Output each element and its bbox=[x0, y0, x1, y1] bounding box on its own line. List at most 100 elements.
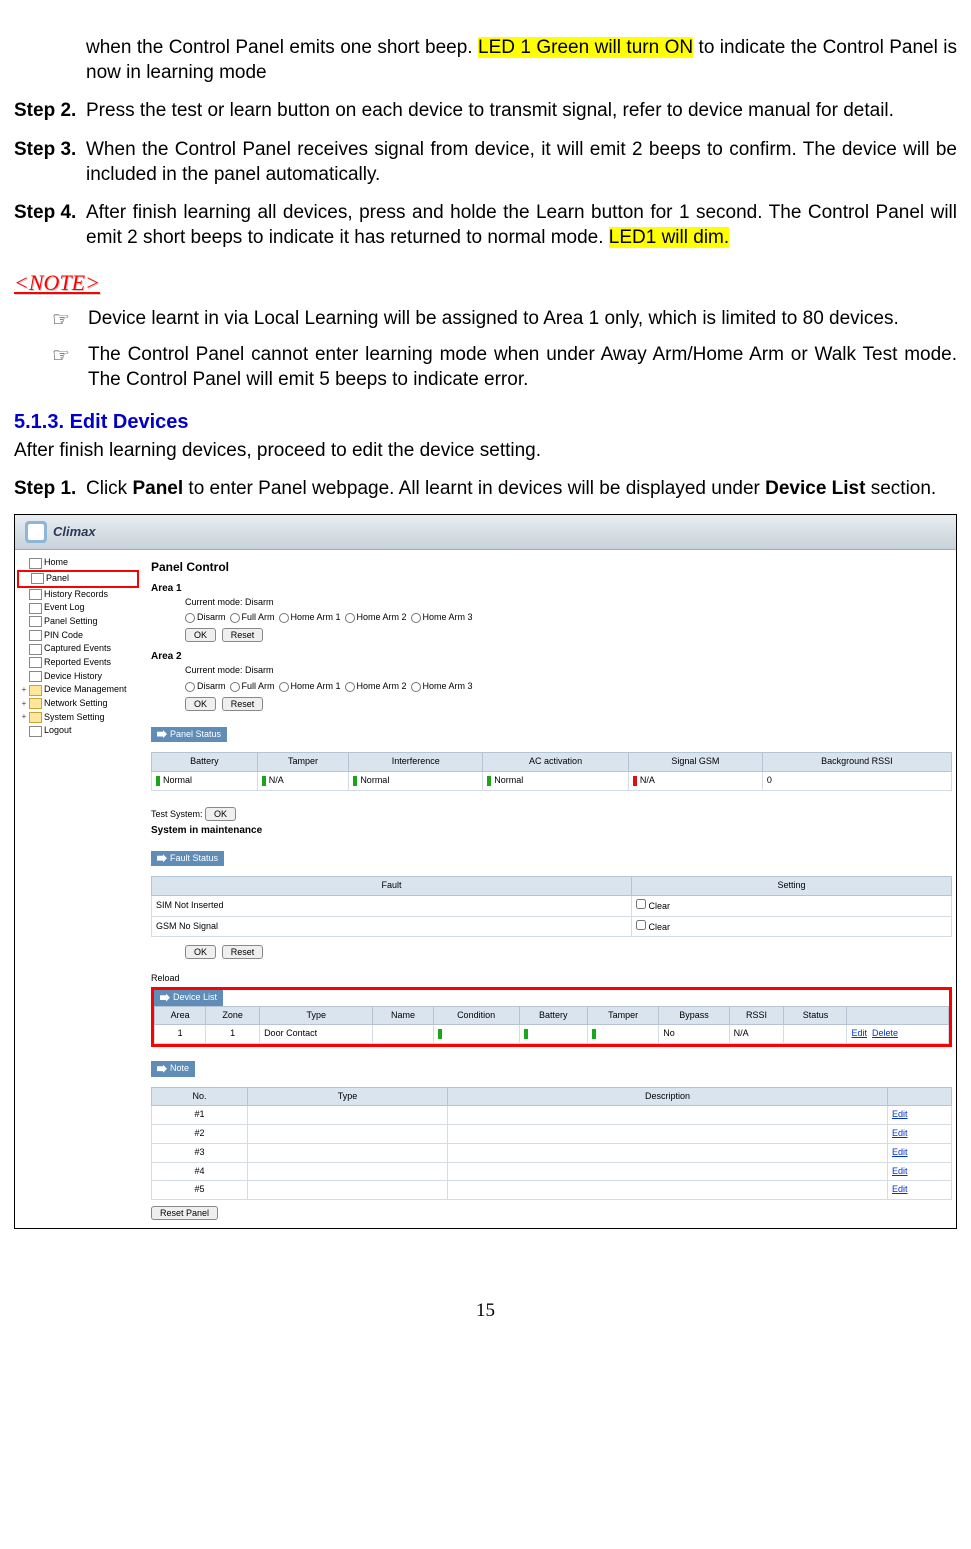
note-header: <NOTE> bbox=[14, 269, 957, 298]
area1-radio-home2[interactable]: Home Arm 2 bbox=[345, 612, 407, 624]
dl-hdr-zone: Zone bbox=[206, 1006, 260, 1025]
area1-reset-button[interactable]: Reset bbox=[222, 628, 264, 642]
step4-label: Step 4. bbox=[14, 201, 86, 250]
sidebar-item-history[interactable]: History Records bbox=[17, 588, 139, 602]
status-dot-green-icon bbox=[262, 776, 266, 786]
sidebar-item-devicemgmt[interactable]: +Device Management bbox=[17, 683, 139, 697]
fs-reset-button[interactable]: Reset bbox=[222, 945, 264, 959]
fs-ok-button[interactable]: OK bbox=[185, 945, 216, 959]
dl-hdr-battery: Battery bbox=[519, 1006, 588, 1025]
status-dot-green-icon bbox=[487, 776, 491, 786]
sidebar-item-system[interactable]: +System Setting bbox=[17, 711, 139, 725]
device-delete-link[interactable]: Delete bbox=[872, 1028, 898, 1038]
area1-radio-fullarm[interactable]: Full Arm bbox=[230, 612, 275, 624]
fs-clear-checkbox[interactable]: Clear bbox=[636, 901, 670, 911]
ps-hdr-battery: Battery bbox=[152, 753, 258, 772]
area2-title: Area 2 bbox=[151, 650, 952, 663]
note-chip: Note bbox=[151, 1061, 195, 1077]
note-hdr-type: Type bbox=[248, 1087, 448, 1106]
area2-radio-fullarm[interactable]: Full Arm bbox=[230, 681, 275, 693]
sidebar-item-pincode[interactable]: PIN Code bbox=[17, 629, 139, 643]
area2-radio-disarm[interactable]: Disarm bbox=[185, 681, 226, 693]
test-ok-button[interactable]: OK bbox=[205, 807, 236, 821]
device-list-row: 1 1 Door Contact No N/A Edit Delete bbox=[155, 1025, 949, 1044]
sidebar-item-panel[interactable]: Panel bbox=[19, 572, 137, 586]
sidebar-item-eventlog[interactable]: Event Log bbox=[17, 601, 139, 615]
ps-hdr-interference: Interference bbox=[349, 753, 483, 772]
area2-ok-button[interactable]: OK bbox=[185, 697, 216, 711]
fs-clear-checkbox[interactable]: Clear bbox=[636, 922, 670, 932]
note-hdr-no: No. bbox=[152, 1087, 248, 1106]
fault-status-table: Fault Setting SIM Not Inserted Clear GSM… bbox=[151, 876, 952, 937]
sidebar-item-panelsetting[interactable]: Panel Setting bbox=[17, 615, 139, 629]
sidebar-item-logout[interactable]: Logout bbox=[17, 724, 139, 738]
area1-ok-button[interactable]: OK bbox=[185, 628, 216, 642]
step1-label: Step 1. bbox=[14, 477, 86, 502]
fs-hdr-fault: Fault bbox=[152, 877, 632, 896]
brand-name: Climax bbox=[53, 524, 96, 541]
dl-hdr-rssi: RSSI bbox=[729, 1006, 784, 1025]
dl-hdr-status: Status bbox=[784, 1006, 847, 1025]
area2-radio-home2[interactable]: Home Arm 2 bbox=[345, 681, 407, 693]
step3-label: Step 3. bbox=[14, 138, 86, 187]
note-row: #5Edit bbox=[152, 1181, 952, 1200]
ps-row: Normal N/A Normal Normal N/A 0 bbox=[152, 771, 952, 790]
ps-hdr-gsm: Signal GSM bbox=[628, 753, 762, 772]
device-edit-link[interactable]: Edit bbox=[851, 1028, 867, 1038]
intro-highlight: LED 1 Green will turn ON bbox=[478, 37, 693, 58]
intro-text-a: when the Control Panel emits one short b… bbox=[86, 37, 478, 58]
device-list-table: Area Zone Type Name Condition Battery Ta… bbox=[154, 1006, 949, 1044]
step4-text: After finish learning all devices, press… bbox=[86, 201, 957, 250]
note-edit-link[interactable]: Edit bbox=[892, 1128, 908, 1138]
note-edit-link[interactable]: Edit bbox=[892, 1166, 908, 1176]
screenshot-panel: Climax Home Panel History Records Event … bbox=[14, 514, 957, 1229]
ps-hdr-rssi: Background RSSI bbox=[762, 753, 951, 772]
note-hdr-desc: Description bbox=[448, 1087, 888, 1106]
fault-status-chip: Fault Status bbox=[151, 851, 224, 867]
note-row: #4Edit bbox=[152, 1162, 952, 1181]
panel-control-title: Panel Control bbox=[151, 560, 952, 576]
pointing-hand-icon: ☞ bbox=[52, 307, 88, 333]
pointing-hand-icon: ☞ bbox=[52, 343, 88, 392]
step4-text-a: After finish learning all devices, press… bbox=[86, 202, 957, 248]
reset-panel-button[interactable]: Reset Panel bbox=[151, 1206, 218, 1220]
maintenance-label: System in maintenance bbox=[151, 824, 952, 837]
status-dot-green-icon bbox=[524, 1029, 528, 1039]
area2-radio-home3[interactable]: Home Arm 3 bbox=[411, 681, 473, 693]
dl-hdr-tamper: Tamper bbox=[588, 1006, 659, 1025]
dl-hdr-actions bbox=[847, 1006, 949, 1025]
area1-radio-home3[interactable]: Home Arm 3 bbox=[411, 612, 473, 624]
sidebar-item-captured[interactable]: Captured Events bbox=[17, 642, 139, 656]
area1-title: Area 1 bbox=[151, 582, 952, 595]
note-edit-link[interactable]: Edit bbox=[892, 1109, 908, 1119]
note-edit-link[interactable]: Edit bbox=[892, 1147, 908, 1157]
dl-hdr-cond: Condition bbox=[433, 1006, 519, 1025]
sidebar-item-network[interactable]: +Network Setting bbox=[17, 697, 139, 711]
note-row: #3Edit bbox=[152, 1143, 952, 1162]
fs-row: SIM Not Inserted Clear bbox=[152, 895, 952, 916]
dl-hdr-type: Type bbox=[260, 1006, 373, 1025]
area2-reset-button[interactable]: Reset bbox=[222, 697, 264, 711]
fs-hdr-setting: Setting bbox=[632, 877, 952, 896]
status-dot-green-icon bbox=[438, 1029, 442, 1039]
fs-row: GSM No Signal Clear bbox=[152, 916, 952, 937]
area2-radio-home1[interactable]: Home Arm 1 bbox=[279, 681, 341, 693]
note-edit-link[interactable]: Edit bbox=[892, 1184, 908, 1194]
sidebar: Home Panel History Records Event Log Pan… bbox=[15, 550, 141, 1228]
sidebar-item-home[interactable]: Home bbox=[17, 556, 139, 570]
arrow-icon bbox=[160, 994, 170, 1002]
reload-link[interactable]: Reload bbox=[151, 973, 952, 985]
sidebar-item-devicehistory[interactable]: Device History bbox=[17, 670, 139, 684]
area1-radio-disarm[interactable]: Disarm bbox=[185, 612, 226, 624]
area1-radio-home1[interactable]: Home Arm 1 bbox=[279, 612, 341, 624]
section-title: 5.1.3. Edit Devices bbox=[14, 409, 957, 435]
status-dot-green-icon bbox=[353, 776, 357, 786]
intro-continuation: when the Control Panel emits one short b… bbox=[14, 36, 957, 85]
arrow-icon bbox=[157, 1065, 167, 1073]
area2-options: Disarm Full Arm Home Arm 1 Home Arm 2 Ho… bbox=[151, 679, 952, 695]
dl-hdr-name: Name bbox=[373, 1006, 433, 1025]
sidebar-item-reported[interactable]: Reported Events bbox=[17, 656, 139, 670]
panel-status-table: Battery Tamper Interference AC activatio… bbox=[151, 752, 952, 790]
status-dot-red-icon bbox=[633, 776, 637, 786]
step2-label: Step 2. bbox=[14, 99, 86, 124]
